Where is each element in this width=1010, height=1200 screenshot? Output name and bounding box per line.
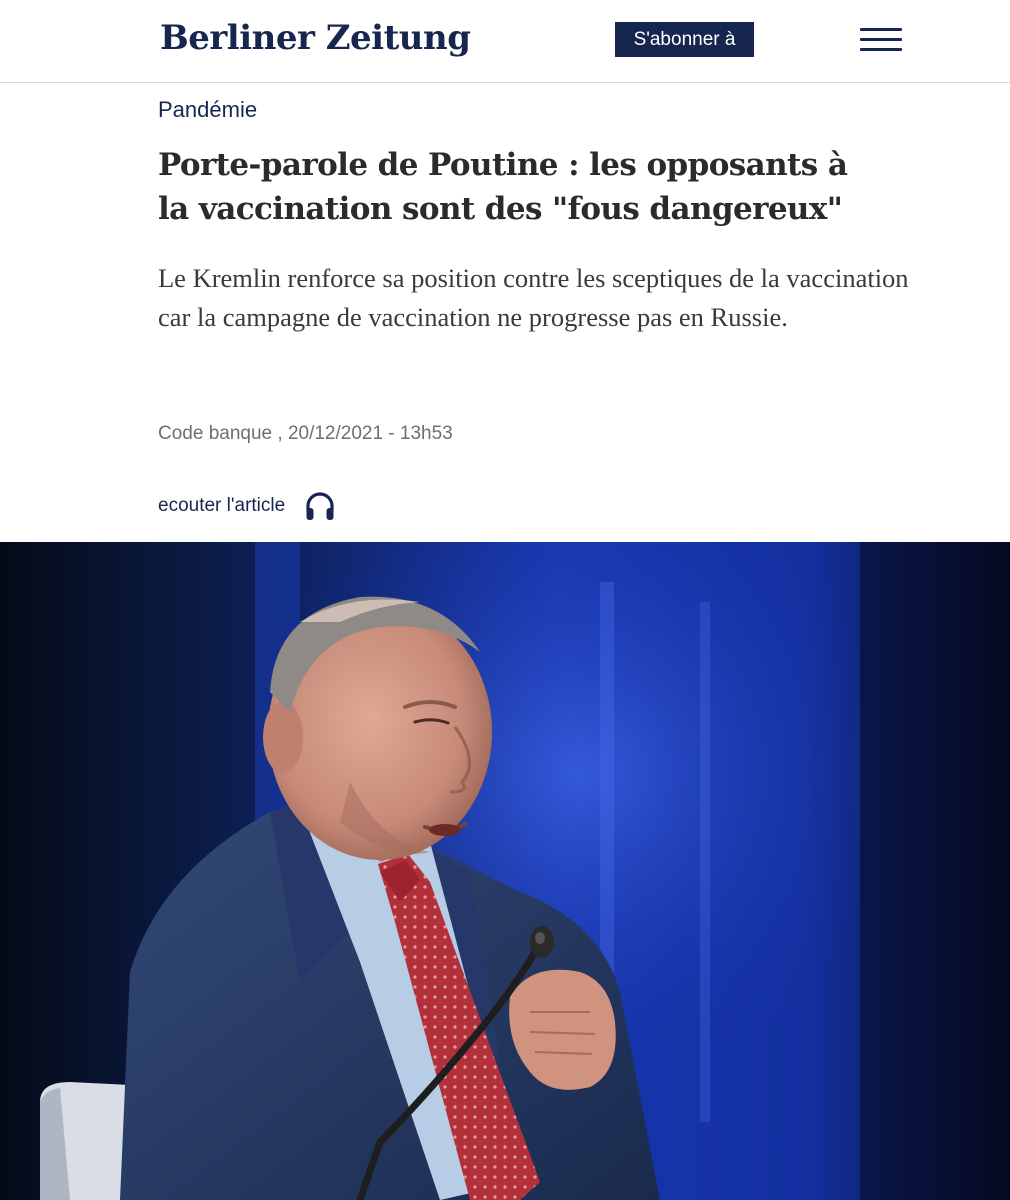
site-logo[interactable]: Berliner Zeitung (160, 14, 471, 62)
subscribe-button[interactable]: S'abonner à (615, 22, 754, 57)
menu-bar (860, 48, 902, 51)
headphones-icon (306, 492, 334, 520)
listen-article-button[interactable]: ecouter l'article (158, 488, 337, 524)
hamburger-menu-icon[interactable] (858, 24, 904, 56)
menu-bar (860, 28, 902, 31)
article-category-link[interactable]: Pandémie (158, 95, 257, 125)
article-lead: Le Kremlin renforce sa position contre l… (158, 263, 909, 332)
site-header: Berliner Zeitung S'abonner à (0, 0, 1010, 83)
hero-photo (0, 542, 1010, 1200)
menu-bar (860, 38, 902, 41)
listen-article-label: ecouter l'article (158, 495, 286, 516)
article-headline: Porte-parole de Poutine : les opposants … (158, 147, 848, 227)
article-page: Berliner Zeitung S'abonner à Pandémie Po… (0, 0, 1010, 1200)
article-meta: Code banque , 20/12/2021 - 13h53 (158, 423, 453, 444)
